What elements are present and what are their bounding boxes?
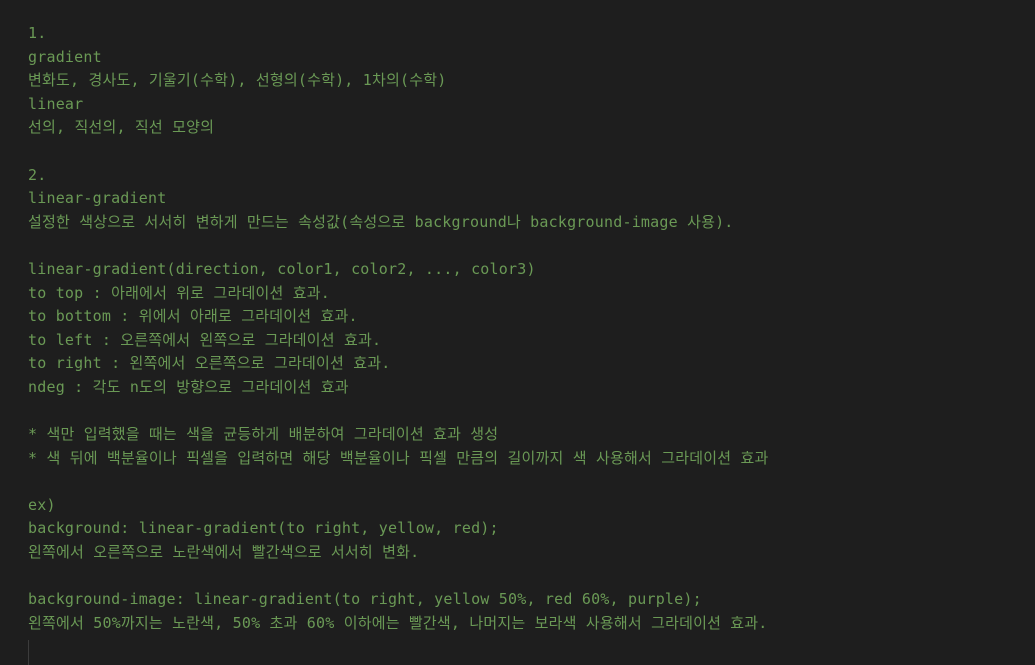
editor-line: to left : 오른쪽에서 왼쪽으로 그라데이션 효과. <box>28 330 382 349</box>
editor-line: background: linear-gradient(to right, ye… <box>28 519 499 538</box>
editor-line: 왼쪽에서 오른쪽으로 노란색에서 빨간색으로 서서히 변화. <box>28 543 420 562</box>
editor-line: linear-gradient(direction, color1, color… <box>28 259 536 278</box>
editor-line: background-image: linear-gradient(to rig… <box>28 590 702 609</box>
editor-content[interactable]: 1. gradient 변화도, 경사도, 기울기(수학), 선형의(수학), … <box>28 22 1035 635</box>
editor-line: linear <box>28 94 84 113</box>
editor-line: * 색만 입력했을 때는 색을 균등하게 배분하여 그라데이션 효과 생성 <box>28 425 499 444</box>
editor-line: ndeg : 각도 n도의 방향으로 그라데이션 효과 <box>28 377 349 396</box>
editor-line: 설정한 색상으로 서서히 변하게 만드는 속성값(속성으로 background… <box>28 212 734 231</box>
editor-line: 2. <box>28 165 47 184</box>
editor-line: 변화도, 경사도, 기울기(수학), 선형의(수학), 1차의(수학) <box>28 71 447 90</box>
indent-guide <box>28 640 29 665</box>
text-editor[interactable]: 1. gradient 변화도, 경사도, 기울기(수학), 선형의(수학), … <box>0 0 1035 665</box>
editor-line: to bottom : 위에서 아래로 그라데이션 효과. <box>28 307 358 326</box>
editor-line: 왼쪽에서 50%까지는 노란색, 50% 초과 60% 이하에는 빨간색, 나머… <box>28 613 768 632</box>
editor-line: 1. <box>28 24 47 42</box>
editor-line: gradient <box>28 47 102 66</box>
editor-line: 선의, 직선의, 직선 모양의 <box>28 118 215 137</box>
editor-line: to top : 아래에서 위로 그라데이션 효과. <box>28 283 331 302</box>
editor-line: linear-gradient <box>28 189 167 208</box>
editor-line: to right : 왼쪽에서 오른쪽으로 그라데이션 효과. <box>28 354 391 373</box>
editor-line: * 색 뒤에 백분율이나 픽셀을 입력하면 해당 백분율이나 픽셀 만큼의 길이… <box>28 448 769 467</box>
editor-line: ex) <box>28 495 56 514</box>
